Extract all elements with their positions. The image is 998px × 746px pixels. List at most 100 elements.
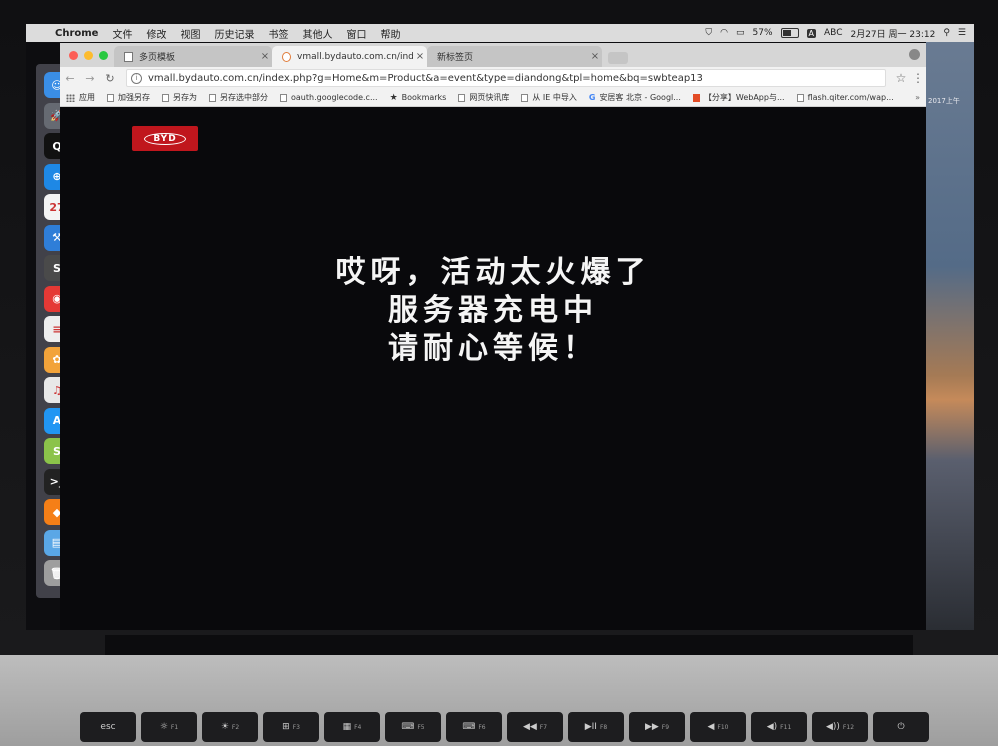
address-bar[interactable]: i vmall.bydauto.com.cn/index.php?g=Home&…: [126, 69, 886, 87]
bookmark-label: 加强另存: [118, 93, 150, 102]
key-label: ▦: [342, 722, 352, 732]
function-key-row: esc ☼ F1 ☀ F2 ⊞ F3 ▦ F4 ⌨ F5 ⌨ F6 ◀◀ F7 ▶II F8 ▶▶ F9 ◀ F10 ◀)…: [80, 712, 950, 746]
tab-vmall[interactable]: vmall.bydauto.com.cn/index.p ×: [272, 46, 427, 67]
apps-grid-icon: [66, 93, 75, 102]
key-label: ☀: [220, 722, 229, 732]
airplay-icon[interactable]: ▭: [736, 28, 745, 38]
input-method-label[interactable]: ABC: [824, 28, 842, 38]
bookmark-item[interactable]: 另存选中部分: [203, 92, 274, 103]
menu-help[interactable]: 帮助: [373, 26, 407, 41]
page-icon: [280, 93, 287, 102]
bookmark-item[interactable]: flash.qiter.com/wap...: [791, 93, 900, 102]
new-tab-button[interactable]: [608, 52, 628, 64]
keyboard-key: esc: [80, 712, 136, 742]
bookmark-item[interactable]: ★ Bookmarks: [384, 93, 453, 103]
keyboard-key: ☀ F2: [202, 712, 258, 742]
bookmark-item[interactable]: 网页快讯库: [452, 92, 515, 103]
menu-file[interactable]: 文件: [105, 26, 139, 41]
close-tab-icon[interactable]: ×: [258, 51, 272, 62]
bookmark-item[interactable]: oauth.googlecode.c...: [274, 93, 384, 102]
minimize-window-icon[interactable]: [84, 51, 93, 60]
menu-bookmarks[interactable]: 书签: [261, 26, 295, 41]
keyboard-key: ⌨ F6: [446, 712, 502, 742]
shield-icon[interactable]: ⛉: [705, 28, 712, 38]
bookmark-label: 另存选中部分: [220, 93, 268, 102]
message-line-3: 请耐心等候！: [388, 331, 598, 366]
spotlight-icon[interactable]: ⚲: [943, 28, 950, 38]
key-label: ⊞: [282, 722, 290, 732]
clock[interactable]: 2月27日 周一 23:12: [850, 27, 935, 40]
close-window-icon[interactable]: [69, 51, 78, 60]
page-icon: [162, 93, 169, 102]
key-fn-label: F3: [292, 723, 300, 731]
bookmark-item[interactable]: 【分享】WebApp与...: [687, 92, 791, 103]
keyboard-key: ⊞ F3: [263, 712, 319, 742]
key-fn-label: F8: [599, 723, 608, 731]
close-tab-icon[interactable]: ×: [588, 51, 602, 62]
bookmark-label: 网页快讯库: [469, 93, 510, 102]
key-fn-label: F10: [717, 723, 729, 731]
tab-multi-page-template[interactable]: 多页模板 ×: [114, 46, 272, 67]
tab-new-tab[interactable]: 新标签页 ×: [427, 46, 602, 67]
bookmark-label: 从 IE 中导入: [532, 93, 577, 102]
menu-kebab-icon[interactable]: ⋮: [910, 71, 926, 85]
info-icon[interactable]: i: [131, 72, 142, 84]
tab-strip: 多页模板 × vmall.bydauto.com.cn/index.p × 新标…: [60, 43, 926, 67]
key-fn-label: F9: [661, 723, 670, 731]
key-label: ◀: [707, 722, 715, 732]
keyboard-key: ⏻: [873, 712, 929, 742]
keyboard-key: ◀)) F12: [812, 712, 868, 742]
key-label: esc: [100, 722, 116, 732]
desktop-wallpaper: [926, 24, 974, 630]
battery-icon[interactable]: [780, 28, 799, 38]
address-url: vmall.bydauto.com.cn/index.php?g=Home&m=…: [148, 72, 703, 84]
key-label: ⌨: [462, 722, 476, 732]
bookmark-item[interactable]: G 安居客 北京 - Googl...: [583, 92, 687, 103]
tab-title: vmall.bydauto.com.cn/index.p: [297, 51, 413, 62]
menu-view[interactable]: 视图: [173, 26, 207, 41]
keyboard-key: ◀) F11: [751, 712, 807, 742]
menu-edit[interactable]: 修改: [139, 26, 173, 41]
menu-window[interactable]: 窗口: [339, 26, 373, 41]
back-icon[interactable]: ←: [60, 72, 80, 85]
keyboard-key: ☼ F1: [141, 712, 197, 742]
input-source-icon[interactable]: A: [806, 28, 817, 38]
reload-icon[interactable]: ↻: [100, 72, 120, 85]
html5-icon: [692, 93, 700, 102]
key-fn-label: F11: [780, 723, 792, 731]
bookmark-label: 【分享】WebApp与...: [703, 93, 785, 102]
bookmark-item[interactable]: 应用: [60, 92, 101, 103]
keyboard-key: ▶▶ F9: [629, 712, 685, 742]
desktop-wallpaper-label: 2017上午: [928, 97, 960, 105]
page-icon: [124, 51, 133, 62]
byd-logo[interactable]: BYD: [132, 126, 198, 151]
page-icon: [107, 93, 114, 102]
notification-center-icon[interactable]: ☰: [958, 28, 966, 38]
key-fn-label: F2: [231, 723, 240, 731]
wifi-icon[interactable]: ◠: [720, 28, 728, 38]
bookmarks-overflow-button[interactable]: »: [915, 93, 926, 102]
key-fn-label: F1: [170, 723, 179, 731]
menu-history[interactable]: 历史记录: [207, 26, 261, 41]
bookmark-label: flash.qiter.com/wap...: [807, 93, 894, 102]
bookmark-item[interactable]: 另存为: [156, 92, 203, 103]
menu-people[interactable]: 其他人: [295, 26, 339, 41]
page-icon: [796, 93, 804, 102]
close-tab-icon[interactable]: ×: [413, 51, 427, 62]
bookmark-item[interactable]: 加强另存: [101, 92, 156, 103]
browser-window: 多页模板 × vmall.bydauto.com.cn/index.p × 新标…: [60, 43, 926, 630]
bookmark-star-icon[interactable]: ☆: [892, 71, 910, 85]
bookmark-label: 另存为: [173, 93, 197, 102]
key-fn-label: F12: [842, 723, 855, 731]
key-fn-label: F5: [417, 723, 425, 731]
keyboard-key: ◀ F10: [690, 712, 746, 742]
forward-icon[interactable]: →: [80, 72, 100, 85]
folder-icon: [521, 93, 529, 102]
battery-percent: 57%: [752, 28, 773, 38]
profile-icon[interactable]: [909, 49, 920, 60]
keyboard-key: ◀◀ F7: [507, 712, 563, 742]
zoom-window-icon[interactable]: [99, 51, 108, 60]
menu-app-name[interactable]: Chrome: [48, 28, 105, 39]
bookmarks-bar: 应用 加强另存 另存为 另存选中部分 oauth.googlecode.c... ★ Boo…: [60, 89, 926, 107]
bookmark-item[interactable]: 从 IE 中导入: [515, 92, 583, 103]
